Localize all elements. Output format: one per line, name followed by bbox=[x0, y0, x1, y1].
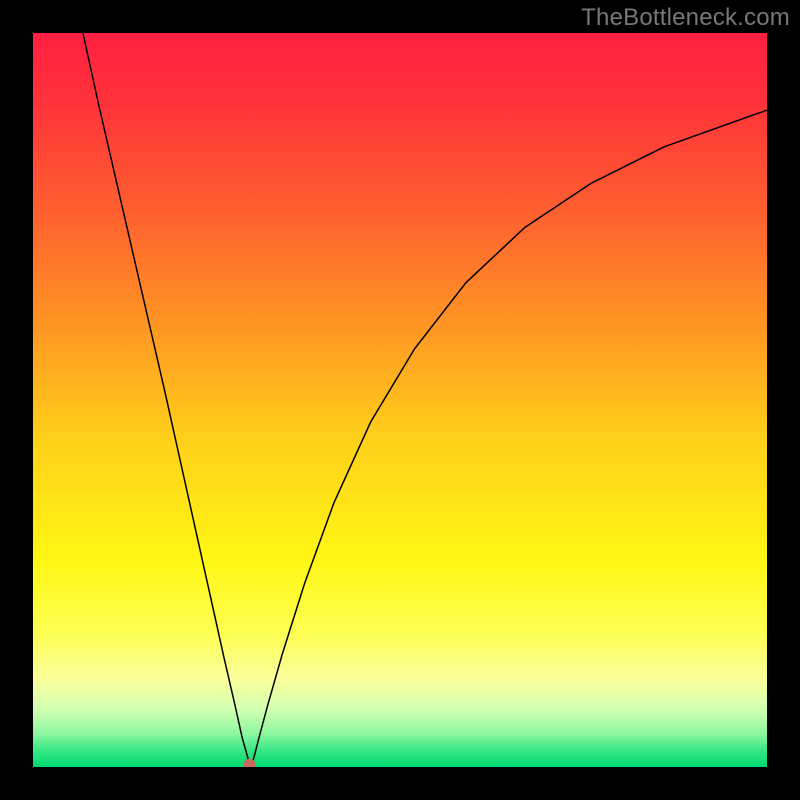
watermark-text: TheBottleneck.com bbox=[581, 4, 790, 32]
plot-svg bbox=[33, 33, 767, 767]
gradient-background bbox=[33, 33, 767, 767]
figure: TheBottleneck.com bbox=[0, 0, 800, 800]
plot-area bbox=[33, 33, 767, 767]
